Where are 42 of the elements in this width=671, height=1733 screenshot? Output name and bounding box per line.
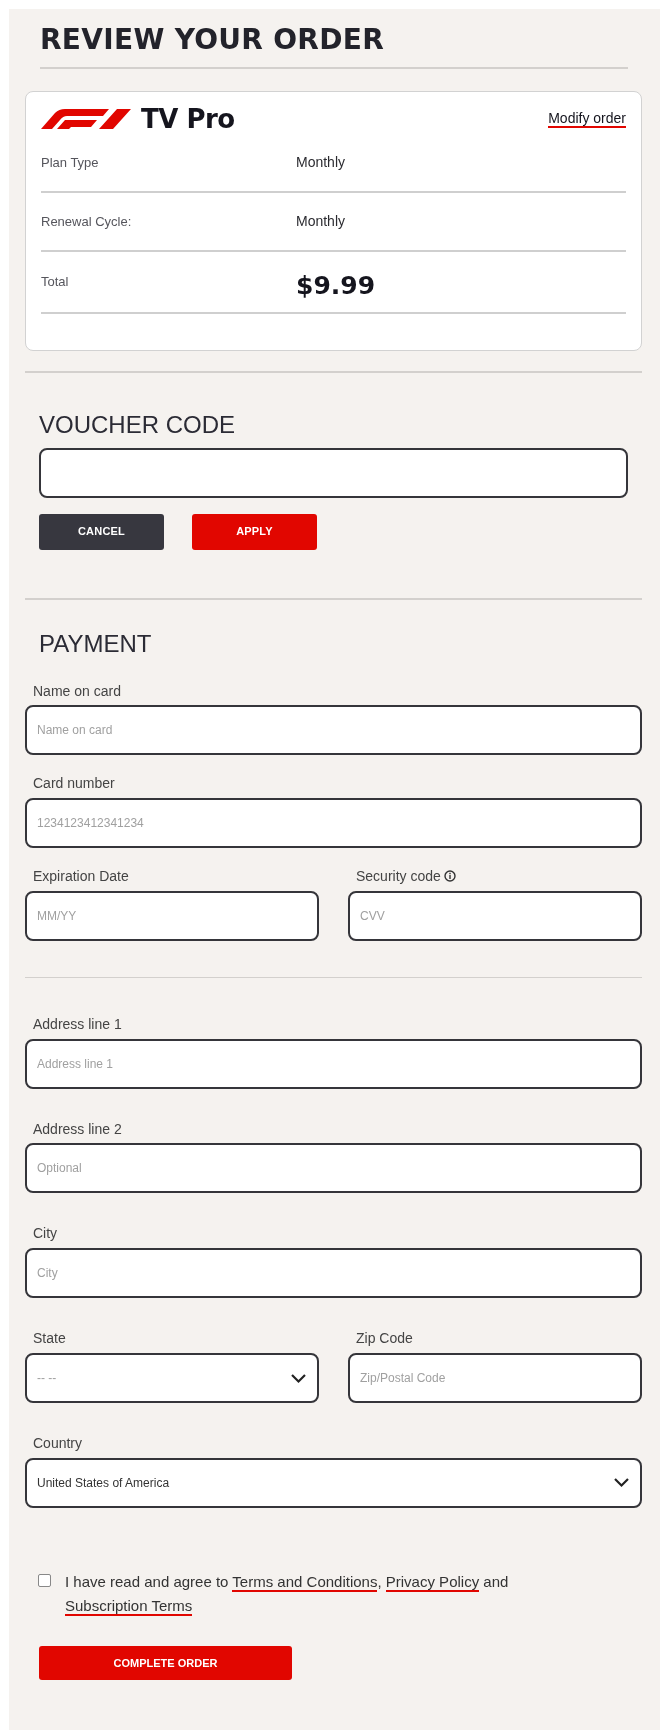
chevron-icon	[290, 1372, 307, 1384]
voucher-input[interactable]	[39, 447, 628, 498]
row-label: Renewal Cycle:	[41, 212, 133, 231]
total-price: $9.99	[296, 272, 376, 300]
input-field[interactable]: City	[25, 1248, 642, 1299]
logo-icon	[41, 107, 133, 131]
page-title: REVIEW YOUR ORDER	[40, 25, 385, 56]
product-name: TV Pro	[141, 106, 235, 132]
row-label: Plan Type	[41, 153, 100, 172]
field-label: Expiration Date	[33, 868, 129, 885]
input-field[interactable]: Optional	[25, 1143, 642, 1194]
modify-order-link[interactable]: Modify order	[548, 109, 626, 129]
select-field[interactable]: United States of America	[25, 1457, 642, 1508]
row-label: Total	[41, 273, 70, 291]
terms-link[interactable]: Privacy Policy	[385, 1572, 480, 1592]
field-label: State	[33, 1330, 66, 1348]
field-label: City	[33, 1225, 58, 1243]
input-field[interactable]: MM/YY	[25, 890, 319, 941]
cancel-button[interactable]: CANCEL	[39, 513, 164, 550]
section-heading: PAYMENT	[39, 629, 152, 659]
field-label: Country	[33, 1435, 83, 1452]
field-label: Zip Code	[356, 1330, 413, 1348]
agreement-text: I have read and agree to Terms and Conditions, Privacy Policy and Subscription Terms	[65, 1571, 510, 1618]
field-label: Address line 1	[33, 1015, 122, 1033]
chevron-icon	[613, 1477, 630, 1489]
input-field[interactable]: Address line 1	[25, 1038, 642, 1089]
section-heading: VOUCHER CODE	[39, 410, 236, 440]
field-label: Name on card	[33, 682, 121, 700]
input-field[interactable]: CVV	[348, 890, 642, 941]
row-value: Monthly	[296, 153, 346, 172]
field-label: Address line 2	[33, 1120, 122, 1138]
checkbox[interactable]	[38, 1573, 51, 1587]
terms-link[interactable]: Subscription Terms	[65, 1596, 193, 1616]
field-label: Card number	[33, 775, 115, 793]
input-field[interactable]: 1234123412341234	[25, 798, 642, 849]
apply-button[interactable]: APPLY	[192, 513, 317, 550]
field-label: Security code	[356, 868, 441, 885]
input-field[interactable]: Name on card	[25, 705, 642, 756]
input-field[interactable]: Zip/Postal Code	[348, 1353, 642, 1404]
terms-link[interactable]: Terms and Conditions	[232, 1572, 378, 1592]
complete-order-button[interactable]: COMPLETE ORDER	[39, 1645, 292, 1680]
row-value: Monthly	[296, 212, 346, 231]
